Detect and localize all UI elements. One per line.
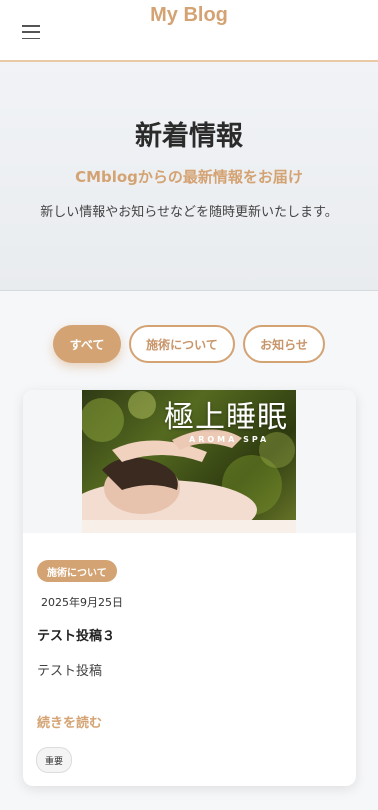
read-more-link[interactable]: 続きを読む [37, 712, 102, 731]
category-badge[interactable]: 施術について [37, 560, 117, 582]
post-excerpt: テスト投稿 [37, 664, 103, 679]
site-logo[interactable]: My Blog [0, 4, 378, 27]
site-header: My Blog [0, 0, 378, 62]
filter-news-button[interactable]: お知らせ [243, 325, 325, 363]
post-tag[interactable]: 重要 [36, 747, 73, 773]
category-filter: すべて 施術について お知らせ [0, 325, 378, 363]
post-title[interactable]: テスト投稿３ [37, 625, 115, 644]
thumbnail-subtitle: AROMA SPA [189, 435, 270, 444]
page-title: 新着情報 [135, 121, 243, 152]
post-date: 2025年9月25日 [41, 596, 123, 609]
hero-section: 新着情報 CMblogからの最新情報をお届け 新しい情報やお知らせなどを随時更新… [0, 62, 378, 291]
post-thumbnail[interactable]: 極上睡眠 AROMA SPA [82, 390, 296, 533]
hamburger-menu-icon[interactable] [22, 25, 42, 39]
page-description: 新しい情報やお知らせなどを随時更新いたします。 [40, 205, 338, 220]
filter-treatment-button[interactable]: 施術について [129, 325, 235, 363]
post-card[interactable]: 極上睡眠 AROMA SPA 施術について 2025年9月25日 テスト投稿３ … [23, 390, 356, 786]
post-thumbnail-area: 極上睡眠 AROMA SPA [23, 390, 356, 533]
filter-all-button[interactable]: すべて [53, 325, 121, 363]
thumbnail-title: 極上睡眠 [164, 400, 288, 435]
page-subtitle: CMblogからの最新情報をお届け [75, 168, 303, 186]
